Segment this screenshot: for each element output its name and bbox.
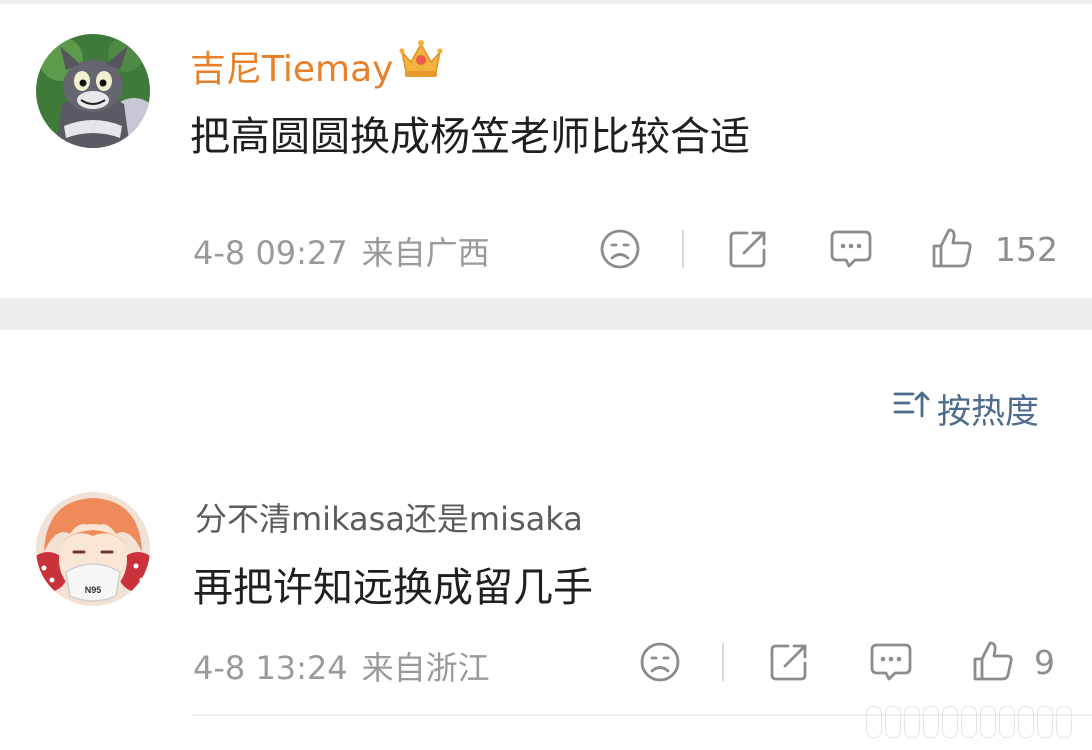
share-icon[interactable]	[768, 641, 810, 683]
username[interactable]: 分不清mikasa还是misaka	[195, 494, 583, 540]
sort-by-heat-button[interactable]: 按热度	[893, 386, 1039, 432]
avatar[interactable]: N95	[36, 492, 150, 606]
comment-meta: 4-8 13:24 来自浙江	[193, 643, 490, 689]
comment-text: 把高圆圆换成杨笠老师比较合适	[190, 114, 750, 160]
comment-date: 4-8 09:27	[193, 234, 348, 272]
crown-badge-icon	[398, 38, 444, 84]
thumbs-up-icon[interactable]	[930, 226, 974, 270]
sort-icon	[893, 388, 931, 428]
comment-date: 4-8 13:24	[193, 649, 348, 687]
thumbs-up-icon[interactable]	[971, 639, 1015, 683]
frown-icon[interactable]	[599, 228, 641, 270]
frown-icon[interactable]	[639, 641, 681, 683]
comment-icon[interactable]	[829, 228, 873, 270]
action-divider	[682, 230, 684, 268]
comment-location: 来自广西	[361, 234, 490, 272]
comment-location: 来自浙江	[361, 649, 490, 687]
comment-meta: 4-8 09:27 来自广西	[193, 228, 490, 274]
like-count: 152	[995, 230, 1058, 269]
watermark-logo	[866, 706, 1072, 738]
comment-text: 再把许知远换成留几手	[193, 565, 593, 611]
avatar[interactable]	[36, 34, 150, 148]
svg-text:N95: N95	[85, 585, 102, 595]
action-divider	[722, 643, 724, 681]
top-divider	[0, 0, 1092, 4]
sort-label: 按热度	[937, 391, 1039, 432]
share-icon[interactable]	[727, 228, 769, 270]
section-divider	[0, 298, 1092, 330]
comment-icon[interactable]	[869, 641, 913, 683]
like-count: 9	[1034, 643, 1055, 682]
username[interactable]: 吉尼Tiemay	[190, 40, 393, 92]
